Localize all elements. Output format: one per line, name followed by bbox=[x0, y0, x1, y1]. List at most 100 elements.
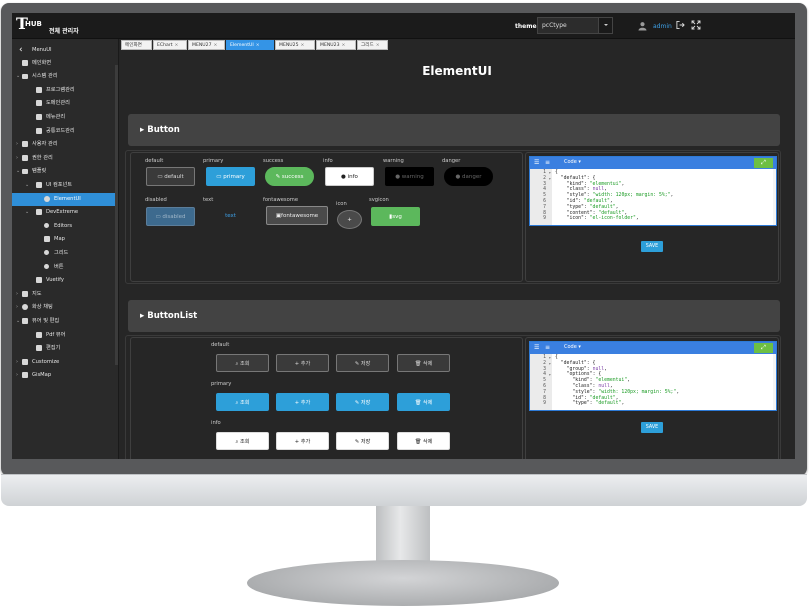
sidebar-item[interactable]: 그리드 bbox=[12, 247, 116, 260]
close-icon[interactable]: × bbox=[342, 43, 346, 48]
compact-icon[interactable]: ≡ bbox=[545, 344, 550, 351]
close-icon[interactable]: × bbox=[301, 43, 305, 48]
danger-button[interactable]: ● danger bbox=[444, 167, 493, 186]
chevron-down-icon[interactable]: ⌄ bbox=[25, 206, 29, 219]
sidebar-item[interactable]: › Customize bbox=[12, 356, 116, 369]
tab-item[interactable]: EChart × bbox=[153, 40, 187, 50]
expand-icon[interactable]: ⤢ bbox=[754, 158, 773, 168]
fold-icon[interactable]: ▾ bbox=[549, 361, 551, 367]
sidebar-scrollbar[interactable] bbox=[115, 65, 118, 365]
editor-scrollbar[interactable] bbox=[773, 169, 776, 225]
sidebar-item[interactable]: Pdf 뷰어 bbox=[12, 329, 116, 342]
tab-item[interactable]: 메인화면 bbox=[121, 40, 152, 50]
sidebar-item[interactable]: › GisMap bbox=[12, 369, 116, 382]
icon-button[interactable]: + bbox=[337, 210, 362, 229]
user-name-link[interactable]: admin bbox=[653, 23, 672, 30]
close-icon[interactable]: × bbox=[175, 43, 179, 48]
editor-scrollbar[interactable] bbox=[773, 354, 776, 410]
code-mode-dropdown[interactable]: Code ▾ bbox=[564, 159, 581, 166]
format-icon[interactable]: ☰ bbox=[534, 159, 539, 166]
theme-select[interactable]: pcCtype bbox=[537, 17, 613, 34]
tab-item[interactable]: 그리드 × bbox=[357, 40, 388, 50]
chevron-right-icon[interactable]: › bbox=[16, 138, 18, 151]
save-button[interactable]: SAVE bbox=[641, 241, 663, 252]
sidebar-item[interactable]: ⌄ 템플릿 bbox=[12, 165, 116, 178]
logout-icon[interactable] bbox=[676, 20, 685, 30]
chevron-right-icon[interactable]: › bbox=[16, 301, 18, 314]
sidebar-item[interactable]: ElementUI bbox=[12, 192, 116, 206]
tab-item[interactable]: MENU23 × bbox=[316, 40, 356, 50]
tab-item[interactable]: MENU27 × bbox=[188, 40, 225, 50]
sidebar-item[interactable]: › 권한 관리 bbox=[12, 152, 116, 165]
sidebar-item[interactable]: 프로그램관리 bbox=[12, 84, 116, 97]
list-button[interactable]: ⌕ 조회 bbox=[216, 432, 269, 450]
sidebar-item[interactable]: 공통코드관리 bbox=[12, 125, 116, 138]
list-button[interactable]: 🗑 삭제 bbox=[397, 432, 450, 450]
list-button[interactable]: ✎ 저장 bbox=[336, 432, 389, 450]
sidebar-item[interactable]: ⌄ 시스템 관리 bbox=[12, 70, 116, 83]
code-editor[interactable]: ☰ ≡ Code ▾ ⤢ 1 ▾{2 ▾ "default": {3 "group"… bbox=[529, 341, 777, 411]
disabled-button[interactable]: ▭ disabled bbox=[146, 207, 195, 226]
chevron-down-icon[interactable] bbox=[598, 18, 612, 33]
compact-icon[interactable]: ≡ bbox=[545, 159, 550, 166]
tab-item[interactable]: MENU25 × bbox=[275, 40, 315, 50]
success-button[interactable]: ✎ success bbox=[265, 167, 314, 186]
group-label-success: success bbox=[263, 158, 284, 164]
close-icon[interactable]: × bbox=[214, 43, 218, 48]
sidebar-item[interactable]: Editors bbox=[12, 220, 116, 233]
code-editor[interactable]: ☰ ≡ Code ▾ ⤢ 1 ▾{2 ▾ "default": {3 "kind":… bbox=[529, 156, 777, 226]
list-button[interactable]: + 추가 bbox=[276, 354, 329, 372]
chevron-right-icon[interactable]: › bbox=[16, 369, 18, 382]
code-mode-dropdown[interactable]: Code ▾ bbox=[564, 344, 581, 351]
sidebar-item[interactable]: › 화상 채팅 bbox=[12, 301, 116, 314]
button-section-header[interactable]: ▸ Button bbox=[128, 114, 780, 146]
primary-button[interactable]: ▭ primary bbox=[206, 167, 255, 186]
sidebar-item[interactable]: Map bbox=[12, 233, 116, 246]
list-button[interactable]: 🗑 삭제 bbox=[397, 393, 450, 411]
sidebar-item[interactable]: Vuetify bbox=[12, 274, 116, 287]
disabled-button-label: disabled bbox=[162, 214, 186, 220]
chevron-down-icon[interactable]: ⌄ bbox=[16, 70, 20, 83]
list-button[interactable]: ✎ 저장 bbox=[336, 354, 389, 372]
save-button[interactable]: SAVE bbox=[641, 422, 663, 433]
chevron-right-icon[interactable]: › bbox=[16, 356, 18, 369]
list-button[interactable]: ⌕ 조회 bbox=[216, 393, 269, 411]
list-button[interactable]: 🗑 삭제 bbox=[397, 354, 450, 372]
tab-item[interactable]: ElementUI × bbox=[226, 40, 274, 50]
close-icon[interactable]: × bbox=[256, 43, 260, 48]
chevron-right-icon[interactable]: › bbox=[16, 152, 18, 165]
close-icon[interactable]: × bbox=[376, 43, 380, 48]
format-icon[interactable]: ☰ bbox=[534, 344, 539, 351]
app-logo[interactable]: T HUB bbox=[16, 16, 42, 34]
sidebar-item[interactable]: 버튼 bbox=[12, 261, 116, 274]
buttonlist-section-header[interactable]: ▸ ButtonList bbox=[128, 300, 780, 332]
sidebar-item[interactable]: 메인화면 bbox=[12, 57, 116, 70]
fold-icon[interactable]: ▾ bbox=[549, 176, 551, 182]
fullscreen-icon[interactable] bbox=[691, 20, 701, 30]
expand-icon[interactable]: ⤢ bbox=[754, 343, 773, 353]
sidebar-item[interactable]: 메뉴관리 bbox=[12, 111, 116, 124]
fold-icon[interactable]: ▾ bbox=[549, 372, 551, 378]
chevron-down-icon[interactable]: ⌄ bbox=[25, 179, 29, 192]
list-button[interactable]: ⌕ 조회 bbox=[216, 354, 269, 372]
info-button[interactable]: ● info bbox=[325, 167, 374, 186]
list-button[interactable]: + 추가 bbox=[276, 432, 329, 450]
chevron-down-icon[interactable]: ⌄ bbox=[16, 315, 20, 328]
sidebar-item[interactable]: ‹ MenuUI bbox=[12, 44, 116, 57]
sidebar-item[interactable]: 도메인관리 bbox=[12, 97, 116, 110]
sidebar-item[interactable]: ⌄ 뷰어 및 편집 bbox=[12, 315, 116, 328]
default-button[interactable]: ▭ default bbox=[146, 167, 195, 186]
warning-button[interactable]: ● warning bbox=[385, 167, 434, 186]
svgicon-button[interactable]: ▮svg bbox=[371, 207, 420, 226]
list-button[interactable]: ✎ 저장 bbox=[336, 393, 389, 411]
chevron-right-icon[interactable]: › bbox=[16, 288, 18, 301]
sidebar-item[interactable]: › 사용자 관리 bbox=[12, 138, 116, 151]
sidebar-item[interactable]: 편집기 bbox=[12, 342, 116, 355]
sidebar-item[interactable]: ⌄ UI 컴포넌트 bbox=[12, 179, 116, 192]
sidebar-item[interactable]: ⌄ DevExtreme bbox=[12, 206, 116, 219]
sidebar-item[interactable]: › 지도 bbox=[12, 288, 116, 301]
list-button[interactable]: + 추가 bbox=[276, 393, 329, 411]
text-button[interactable]: text bbox=[206, 207, 255, 226]
chevron-down-icon[interactable]: ⌄ bbox=[16, 165, 20, 178]
fontawesome-button[interactable]: ▣fontawesome bbox=[266, 206, 328, 225]
